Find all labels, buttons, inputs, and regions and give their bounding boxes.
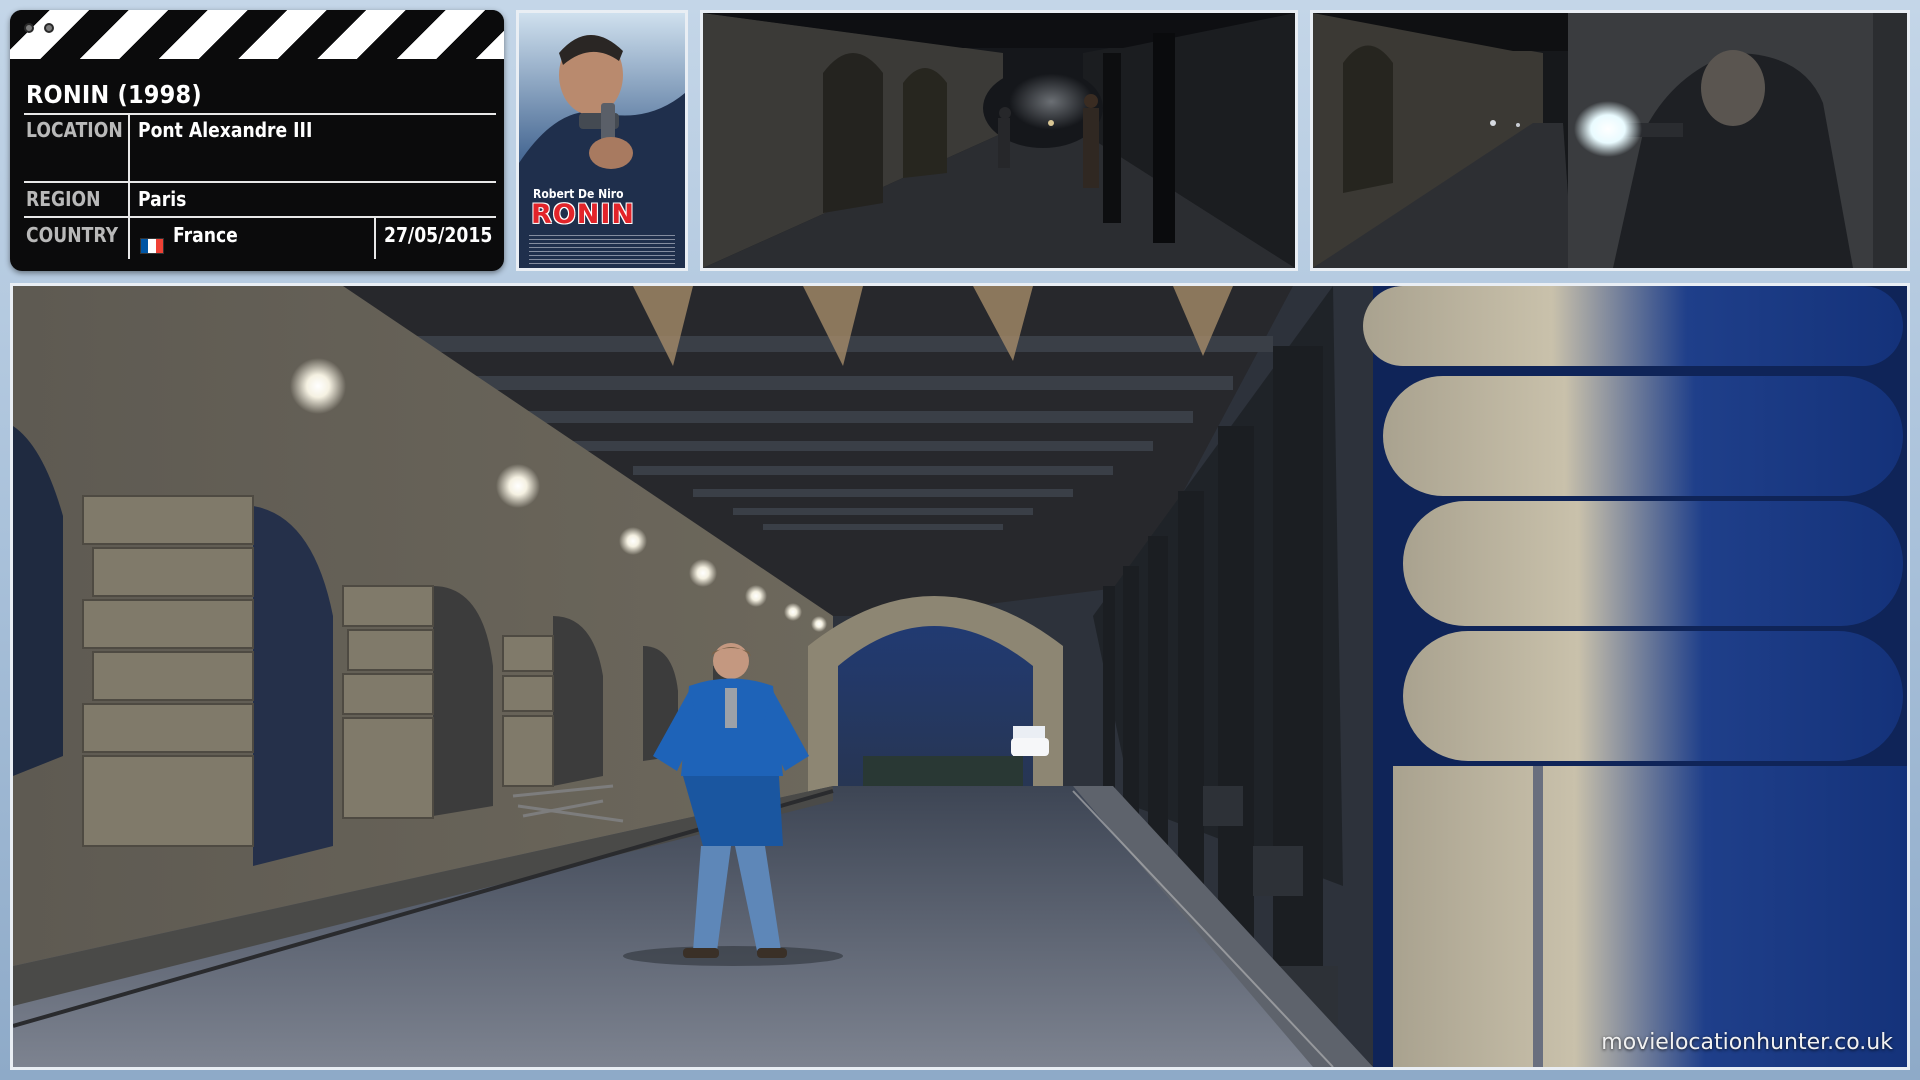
- country-value: France: [173, 223, 238, 247]
- location-label: LOCATION: [26, 118, 123, 142]
- region-value: Paris: [138, 187, 187, 211]
- hinge-icon: [24, 23, 34, 33]
- movie-poster: Robert De Niro RONIN: [516, 10, 688, 271]
- film-still-2: [1310, 10, 1910, 271]
- location-value: Pont Alexandre III: [138, 118, 313, 142]
- clapper-stripes: [10, 10, 504, 62]
- film-still-1: [700, 10, 1298, 271]
- location-photo: movielocationhunter.co.uk: [10, 283, 1910, 1070]
- poster-title: RONIN: [531, 199, 635, 230]
- watermark: movielocationhunter.co.uk: [1601, 1030, 1893, 1055]
- country-label: COUNTRY: [26, 223, 119, 247]
- hinge-icon: [44, 23, 54, 33]
- film-title: RONIN (1998): [26, 80, 202, 109]
- france-flag-icon: [140, 238, 164, 254]
- region-label: REGION: [26, 187, 101, 211]
- visit-date: 27/05/2015: [384, 223, 493, 247]
- poster-credits-block: [529, 235, 675, 267]
- clapperboard: RONIN (1998) LOCATION Pont Alexandre III…: [10, 10, 504, 271]
